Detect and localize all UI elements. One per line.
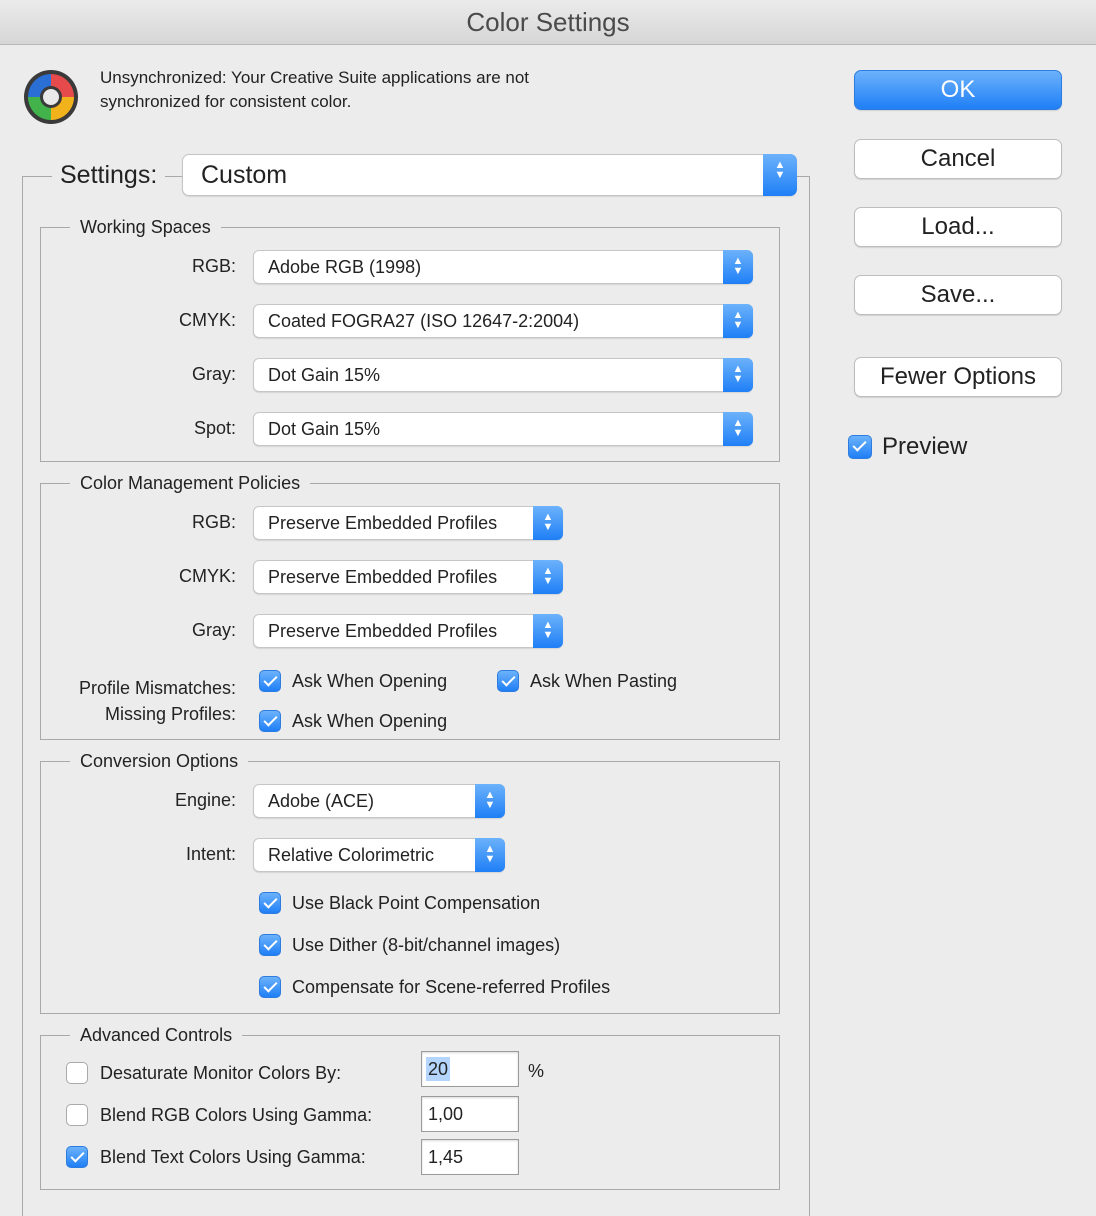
ws-rgb-label: RGB: [191, 256, 236, 276]
black-point-label: Use Black Point Compensation [292, 893, 541, 913]
blend-rgb-value: 1,00 [428, 1104, 464, 1124]
ws-cmyk-select[interactable]: Coated FOGRA27 (ISO 12647-2:2004) ▲ ▼ [253, 304, 753, 338]
desaturate-unit: % [528, 1061, 545, 1081]
missing-profiles-label: Missing Profiles: [104, 704, 236, 724]
ws-rgb-select[interactable]: Adobe RGB (1998) ▲ ▼ [253, 250, 753, 284]
missing-ask-opening-label: Ask When Opening [292, 711, 448, 731]
intent-select[interactable]: Relative Colorimetric ▲ ▼ [253, 838, 505, 872]
dither-label: Use Dither (8-bit/channel images) [292, 935, 561, 955]
intent-value: Relative Colorimetric [268, 845, 435, 865]
sync-status-message: Unsynchronized: Your Creative Suite appl… [100, 68, 530, 111]
working-spaces-title: Working Spaces [70, 216, 221, 238]
up-down-chevron-icon[interactable]: ▲ ▼ [723, 250, 753, 284]
load-button[interactable]: Load... [854, 207, 1062, 247]
blend-rgb-checkbox[interactable] [66, 1104, 88, 1126]
window-title: Color Settings [0, 0, 1096, 45]
up-down-chevron-icon[interactable]: ▲ ▼ [723, 304, 753, 338]
pol-cmyk-select[interactable]: Preserve Embedded Profiles ▲ ▼ [253, 560, 563, 594]
mismatch-ask-pasting-label: Ask When Pasting [530, 671, 678, 691]
mismatch-ask-pasting-checkbox[interactable] [497, 670, 519, 692]
desaturate-checkbox[interactable] [66, 1062, 88, 1084]
up-down-chevron-icon[interactable]: ▲ ▼ [533, 614, 563, 648]
up-down-chevron-icon[interactable]: ▲ ▼ [475, 838, 505, 872]
desaturate-input[interactable]: 20 [421, 1051, 519, 1087]
desaturate-value: 20 [426, 1057, 451, 1081]
mismatch-ask-opening-checkbox[interactable] [259, 670, 281, 692]
missing-ask-opening-checkbox[interactable] [259, 710, 281, 732]
up-down-chevron-icon[interactable]: ▲ ▼ [533, 560, 563, 594]
ws-spot-select[interactable]: Dot Gain 15% ▲ ▼ [253, 412, 753, 446]
settings-value: Custom [201, 161, 288, 189]
ok-button[interactable]: OK [854, 70, 1062, 110]
up-down-chevron-icon[interactable]: ▲ ▼ [763, 154, 797, 196]
ws-spot-label: Spot: [193, 418, 236, 438]
up-down-chevron-icon[interactable]: ▲ ▼ [533, 506, 563, 540]
checkmark-icon[interactable] [848, 435, 872, 459]
up-down-chevron-icon[interactable]: ▲ ▼ [723, 358, 753, 392]
pol-rgb-value: Preserve Embedded Profiles [268, 513, 498, 533]
up-down-chevron-icon[interactable]: ▲ ▼ [723, 412, 753, 446]
preview-label: Preview [882, 433, 968, 460]
pol-cmyk-value: Preserve Embedded Profiles [268, 567, 498, 587]
black-point-checkbox[interactable] [259, 892, 281, 914]
cancel-button[interactable]: Cancel [854, 139, 1062, 179]
engine-select[interactable]: Adobe (ACE) ▲ ▼ [253, 784, 505, 818]
policies-title: Color Management Policies [70, 472, 311, 494]
ws-gray-value: Dot Gain 15% [268, 365, 381, 385]
fewer-options-button[interactable]: Fewer Options [854, 357, 1062, 397]
up-down-chevron-icon[interactable]: ▲ ▼ [475, 784, 505, 818]
conversion-title: Conversion Options [70, 750, 249, 772]
advanced-title: Advanced Controls [70, 1024, 243, 1046]
settings-select[interactable]: Custom ▲ ▼ [182, 154, 797, 196]
ws-spot-value: Dot Gain 15% [268, 419, 381, 439]
blend-text-input[interactable]: 1,45 [421, 1139, 519, 1175]
ws-gray-select[interactable]: Dot Gain 15% ▲ ▼ [253, 358, 753, 392]
profile-mismatches-label: Profile Mismatches: [78, 678, 236, 698]
save-button[interactable]: Save... [854, 275, 1062, 315]
dither-checkbox[interactable] [259, 934, 281, 956]
blend-rgb-label: Blend RGB Colors Using Gamma: [100, 1105, 373, 1125]
pol-gray-select[interactable]: Preserve Embedded Profiles ▲ ▼ [253, 614, 563, 648]
settings-label: Settings: [52, 158, 166, 192]
mismatch-ask-opening-label: Ask When Opening [292, 671, 448, 691]
ws-cmyk-value: Coated FOGRA27 (ISO 12647-2:2004) [268, 311, 580, 331]
scene-referred-checkbox[interactable] [259, 976, 281, 998]
blend-text-value: 1,45 [428, 1147, 464, 1167]
ws-gray-label: Gray: [191, 364, 236, 384]
blend-text-checkbox[interactable] [66, 1146, 88, 1168]
blend-text-label: Blend Text Colors Using Gamma: [100, 1147, 366, 1167]
engine-value: Adobe (ACE) [268, 791, 375, 811]
color-wheel-icon [24, 70, 78, 124]
pol-gray-label: Gray: [191, 620, 236, 640]
desaturate-label: Desaturate Monitor Colors By: [100, 1063, 342, 1083]
pol-rgb-label: RGB: [191, 512, 236, 532]
pol-rgb-select[interactable]: Preserve Embedded Profiles ▲ ▼ [253, 506, 563, 540]
blend-rgb-input[interactable]: 1,00 [421, 1096, 519, 1132]
pol-gray-value: Preserve Embedded Profiles [268, 621, 498, 641]
scene-referred-label: Compensate for Scene-referred Profiles [292, 977, 611, 997]
intent-label: Intent: [185, 844, 236, 864]
ws-cmyk-label: CMYK: [178, 310, 236, 330]
pol-cmyk-label: CMYK: [178, 566, 236, 586]
engine-label: Engine: [174, 790, 236, 810]
ws-rgb-value: Adobe RGB (1998) [268, 257, 422, 277]
